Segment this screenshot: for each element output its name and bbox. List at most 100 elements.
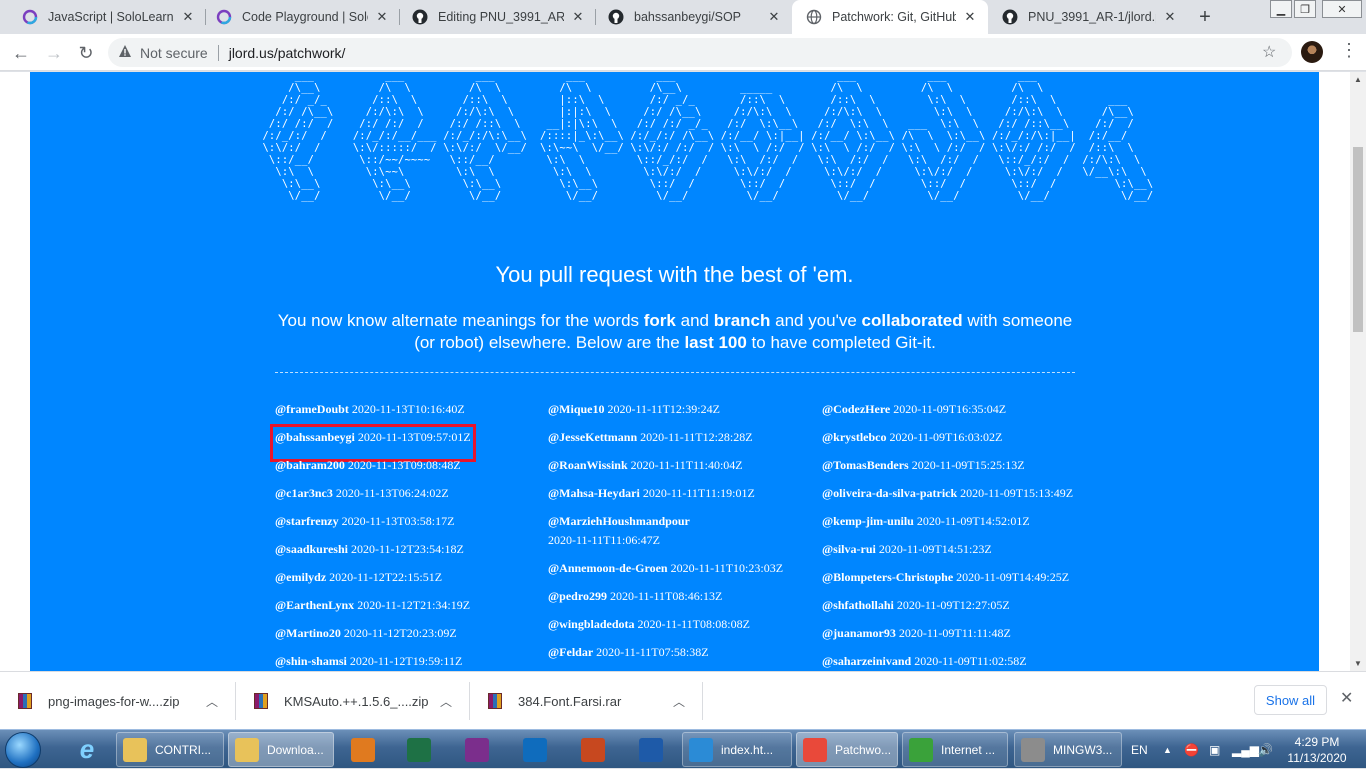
page-scrollbar[interactable]: ▲ ▼	[1350, 72, 1366, 671]
download-item[interactable]: png-images-for-w....zip ︿	[0, 678, 236, 724]
taskbar-item[interactable]	[338, 732, 388, 767]
contributor-username-link[interactable]: @MarziehHoushmandpour	[548, 514, 690, 528]
menu-dots-icon[interactable]: ⋮	[1340, 40, 1358, 61]
new-tab-button[interactable]: +	[1192, 4, 1218, 30]
contributor-username-link[interactable]: @EarthenLynx	[275, 598, 354, 612]
taskbar-item[interactable]	[452, 732, 502, 767]
intro-text: You now know alternate meanings for the …	[277, 311, 644, 330]
taskbar-item[interactable]	[568, 732, 618, 767]
chevron-up-icon[interactable]: ︿	[440, 693, 452, 710]
network-signal-icon[interactable]: ▂▄▆	[1232, 730, 1259, 769]
contributor-username-link[interactable]: @pedro299	[548, 589, 607, 603]
close-icon[interactable]: ✕	[962, 9, 978, 25]
volume-icon[interactable]: 🔊	[1258, 730, 1273, 769]
contributor-username-link[interactable]: @CodezHere	[822, 402, 890, 416]
contributor-username-link[interactable]: @shin-shamsi	[275, 654, 347, 668]
contributor-username-link[interactable]: @emilydz	[275, 570, 326, 584]
bookmark-star-icon[interactable]: ☆	[1262, 42, 1276, 62]
scroll-down-arrow-icon[interactable]: ▼	[1350, 659, 1366, 668]
download-item[interactable]: 384.Font.Farsi.rar ︿	[470, 678, 703, 724]
contributor-username-link[interactable]: @Mique10	[548, 402, 605, 416]
tray-security-icon[interactable]: ⛔	[1184, 730, 1199, 769]
close-downloads-icon[interactable]: ✕	[1340, 688, 1353, 708]
url-text[interactable]: jlord.us/patchwork/	[229, 45, 346, 61]
contributor-username-link[interactable]: @saharzeinivand	[822, 654, 911, 668]
contributor-username-link[interactable]: @TomasBenders	[822, 458, 909, 472]
taskbar-item[interactable]: Patchwo...	[796, 732, 898, 767]
taskbar-item[interactable]	[510, 732, 560, 767]
language-indicator[interactable]: EN	[1131, 730, 1148, 769]
contributor-username-link[interactable]: @Mahsa-Heydari	[548, 486, 640, 500]
contributor-username-link[interactable]: @kemp-jim-unilu	[822, 514, 914, 528]
warning-icon[interactable]	[118, 44, 132, 61]
reload-icon[interactable]: ↻	[73, 40, 99, 66]
contributor-username-link[interactable]: @c1ar3nc3	[275, 486, 333, 500]
contributor-entry: @Martino20 2020-11-12T20:23:09Z	[275, 624, 535, 652]
contributor-username-link[interactable]: @starfrenzy	[275, 514, 339, 528]
tab-sop[interactable]: bahssanbeygi/SOP ✕	[594, 0, 792, 34]
contributor-username-link[interactable]: @oliveira-da-silva-patrick	[822, 486, 957, 500]
contributor-username-link[interactable]: @JesseKettmann	[548, 430, 637, 444]
contributor-username-link[interactable]: @krystlebco	[822, 430, 887, 444]
ie-glyph: e	[79, 734, 95, 764]
contributor-username-link[interactable]: @frameDoubt	[275, 402, 349, 416]
tray-device-icon[interactable]: ▣	[1209, 730, 1220, 769]
contributor-username-link[interactable]: @wingbladedota	[548, 617, 635, 631]
tab-code-playground[interactable]: Code Playground | SoloL ✕	[202, 0, 400, 34]
contributor-line: @juanamor93 2020-11-09T11:11:48Z	[822, 624, 1082, 652]
sololearn-icon	[216, 9, 232, 25]
contributor-username-link[interactable]: @silva-rui	[822, 542, 876, 556]
show-all-downloads-button[interactable]: Show all	[1254, 685, 1327, 715]
close-icon[interactable]: ✕	[180, 9, 196, 25]
back-arrow-icon[interactable]: ←	[8, 40, 34, 66]
close-icon[interactable]: ✕	[570, 9, 586, 25]
outlook-icon	[523, 737, 547, 762]
close-icon[interactable]: ✕	[374, 9, 390, 25]
contributor-username-link[interactable]: @Martino20	[275, 626, 341, 640]
taskbar-item[interactable]: MINGW3...	[1014, 732, 1122, 767]
contributor-username-link[interactable]: @Blompeters-Christophe	[822, 570, 953, 584]
browser-toolbar: ← → ↻ Not secure jlord.us/patchwork/ ☆ ⋮	[0, 34, 1366, 71]
minimize-button[interactable]: ▁	[1270, 0, 1292, 18]
start-button[interactable]	[5, 732, 41, 768]
close-window-button[interactable]: ✕	[1322, 0, 1362, 18]
taskbar-item[interactable]: Downloa...	[228, 732, 334, 767]
contributor-username-link[interactable]: @shfathollahi	[822, 598, 894, 612]
contributor-entry: @Mique10 2020-11-11T12:39:24Z	[548, 400, 808, 428]
chevron-up-icon[interactable]: ︿	[673, 693, 685, 710]
contributor-username-link[interactable]: @bahssanbeygi	[275, 430, 355, 444]
contributor-username-link[interactable]: @Feldar	[548, 645, 593, 659]
taskbar-item[interactable]	[394, 732, 444, 767]
profile-avatar[interactable]	[1301, 41, 1323, 63]
download-item[interactable]: KMSAuto.++.1.5.6_....zip ︿	[236, 678, 470, 724]
contributor-username-link[interactable]: @Annemoon-de-Groen	[548, 561, 668, 575]
completion-timestamp: 2020-11-09T11:11:48Z	[898, 626, 1011, 640]
tab-patchwork[interactable]: Patchwork: Git, GitHub a ✕	[792, 0, 988, 34]
completion-timestamp: 2020-11-12T21:34:19Z	[357, 598, 471, 612]
scrollbar-thumb[interactable]	[1353, 147, 1363, 332]
intro-text: and	[675, 311, 714, 330]
show-hidden-icons-arrow-icon[interactable]: ▲	[1163, 730, 1172, 769]
internet-explorer-icon[interactable]: e	[62, 732, 112, 767]
contributor-username-link[interactable]: @bahram200	[275, 458, 345, 472]
contributor-username-link[interactable]: @juanamor93	[822, 626, 896, 640]
tab-editing-pnu[interactable]: Editing PNU_3991_AR/RE ✕	[398, 0, 596, 34]
taskbar-item[interactable]: Internet ...	[902, 732, 1008, 767]
maximize-button[interactable]: ❐	[1294, 0, 1316, 18]
taskbar-item[interactable]: index.ht...	[682, 732, 792, 767]
close-icon[interactable]: ✕	[766, 9, 782, 25]
scroll-up-arrow-icon[interactable]: ▲	[1350, 75, 1366, 84]
contributor-username-link[interactable]: @saadkureshi	[275, 542, 348, 556]
taskbar-clock[interactable]: 4:29 PM 11/13/2020	[1282, 734, 1352, 766]
contributor-line: @RoanWissink 2020-11-11T11:40:04Z	[548, 456, 808, 484]
security-label[interactable]: Not secure	[140, 45, 208, 61]
taskbar-item[interactable]	[626, 732, 676, 767]
close-icon[interactable]: ✕	[1162, 9, 1178, 25]
address-bar[interactable]: Not secure jlord.us/patchwork/	[108, 38, 1292, 67]
contributor-username-link[interactable]: @RoanWissink	[548, 458, 628, 472]
tab-jlord-pr[interactable]: PNU_3991_AR-1/jlord.p ✕	[988, 0, 1188, 34]
taskbar-item[interactable]: CONTRI...	[116, 732, 224, 767]
chevron-up-icon[interactable]: ︿	[206, 693, 218, 710]
tab-sololearn-js[interactable]: JavaScript | SoloLearn: Le ✕	[8, 0, 206, 34]
forward-arrow-icon[interactable]: →	[41, 40, 67, 66]
